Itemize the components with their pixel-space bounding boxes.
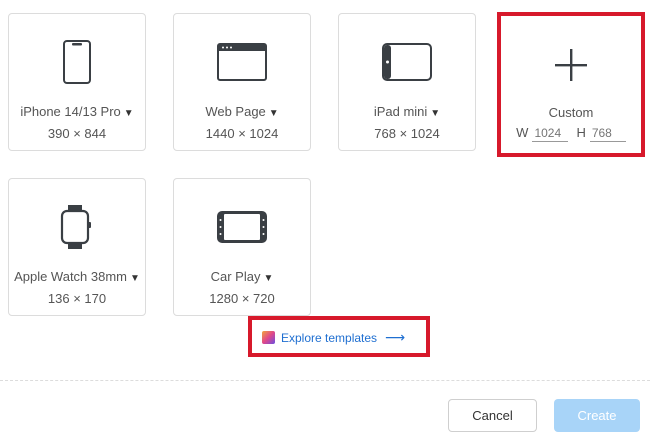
watch-icon: [9, 203, 145, 251]
preset-dimensions: 136 × 170: [47, 291, 107, 306]
tablet-icon: [339, 38, 475, 86]
preset-dimensions: 390 × 844: [47, 126, 107, 141]
preset-dimensions: 1280 × 720: [209, 291, 275, 306]
preset-card-ipad-mini[interactable]: iPad mini ▼ 768 × 1024: [338, 13, 476, 151]
footer-divider: [0, 380, 650, 381]
chevron-down-icon[interactable]: ▼: [430, 108, 440, 119]
preset-label: Web Page: [205, 104, 266, 119]
preset-label: Apple Watch 38mm: [14, 269, 128, 284]
preset-card-car-play[interactable]: Car Play ▼ 1280 × 720: [173, 178, 311, 316]
chevron-down-icon[interactable]: ▼: [263, 273, 273, 284]
preset-card-custom[interactable]: Custom W H: [504, 19, 638, 150]
create-button[interactable]: Create: [554, 399, 640, 432]
arrow-right-icon: ⟶: [385, 329, 406, 345]
cancel-button[interactable]: Cancel: [448, 399, 537, 432]
preset-dimensions: 768 × 1024: [374, 126, 440, 141]
explore-templates-label: Explore templates: [281, 330, 378, 345]
width-input[interactable]: [532, 126, 569, 142]
width-label: W: [516, 125, 529, 140]
chevron-down-icon[interactable]: ▼: [269, 108, 279, 119]
preset-label: Car Play: [210, 269, 261, 284]
templates-icon: [262, 331, 275, 344]
plus-icon[interactable]: [504, 41, 638, 89]
preset-card-apple-watch[interactable]: Apple Watch 38mm ▼ 136 × 170: [8, 178, 146, 316]
browser-window-icon: [174, 38, 310, 86]
custom-label: Custom: [548, 105, 594, 120]
preset-label: iPad mini: [373, 104, 428, 119]
preset-card-iphone[interactable]: iPhone 14/13 Pro ▼ 390 × 844: [8, 13, 146, 151]
height-input[interactable]: [589, 126, 626, 142]
explore-templates-link[interactable]: Explore templates ⟶: [262, 329, 405, 346]
chevron-down-icon[interactable]: ▼: [124, 108, 134, 119]
height-label: H: [576, 125, 586, 140]
phone-icon: [9, 38, 145, 86]
preset-dimensions: 1440 × 1024: [205, 126, 279, 141]
chevron-down-icon[interactable]: ▼: [130, 273, 140, 284]
preset-card-web-page[interactable]: Web Page ▼ 1440 × 1024: [173, 13, 311, 151]
preset-label: iPhone 14/13 Pro: [20, 104, 121, 119]
car-screen-icon: [174, 203, 310, 251]
